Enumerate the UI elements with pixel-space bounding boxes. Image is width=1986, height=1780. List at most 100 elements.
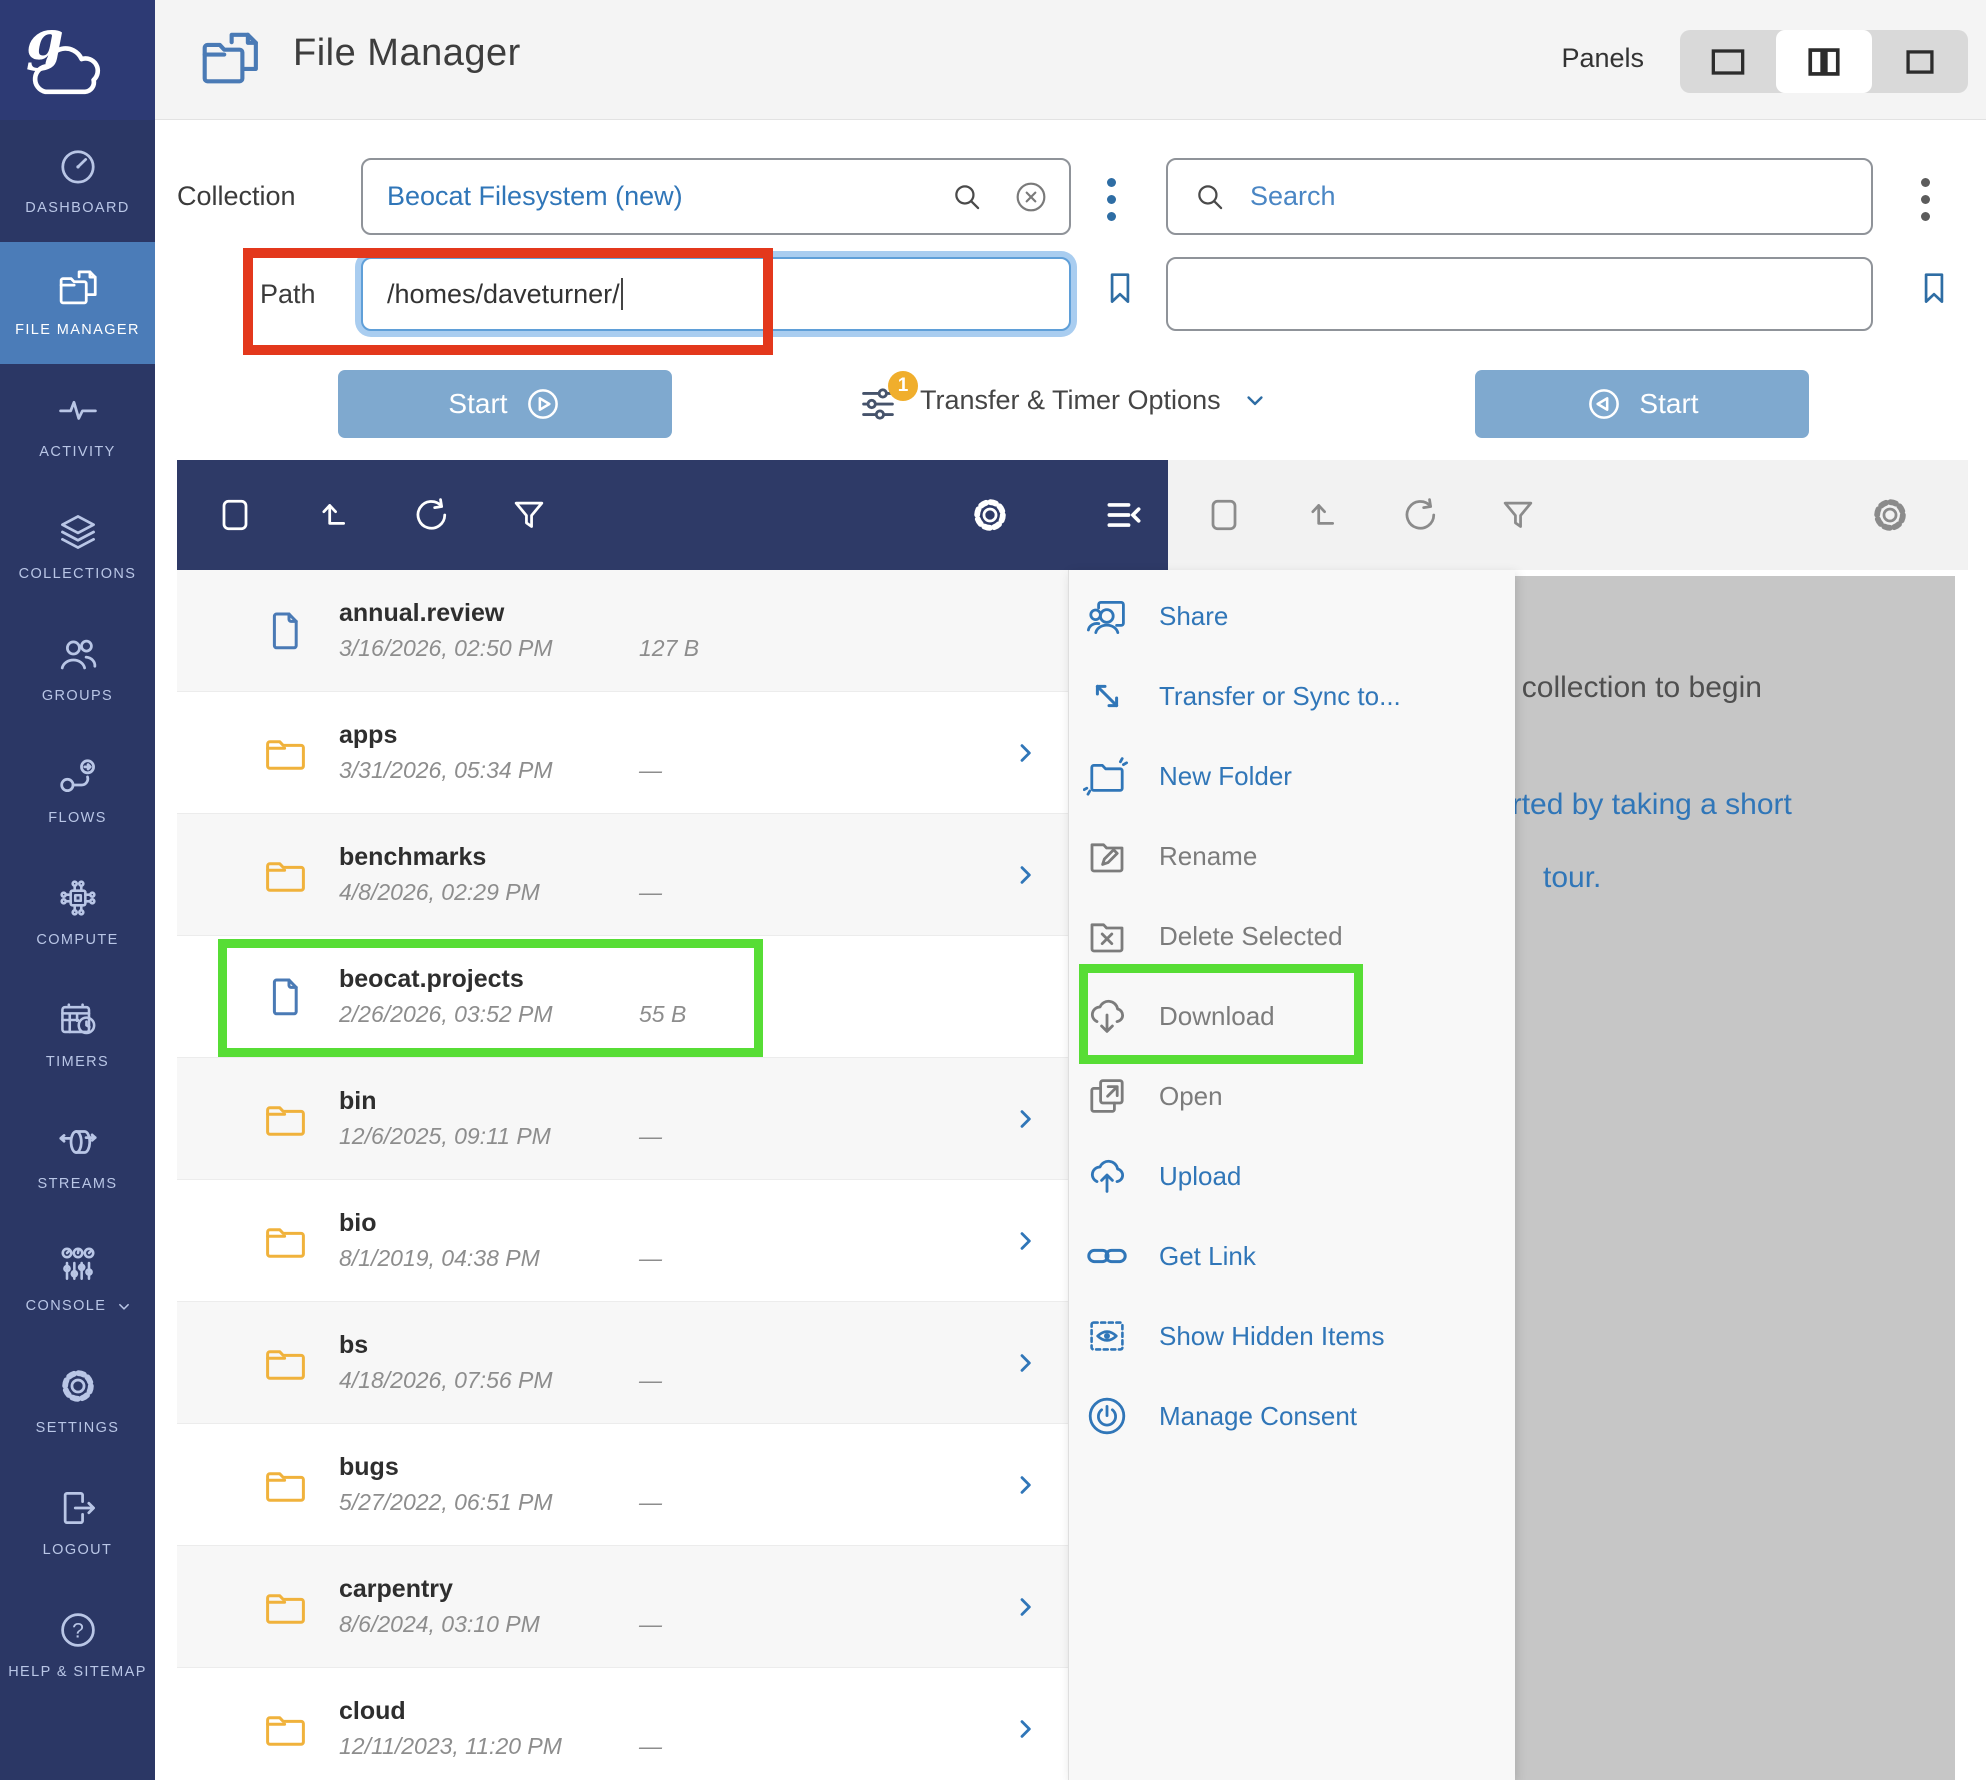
sidebar-item-help-sitemap[interactable]: HELP & SITEMAP — [0, 1584, 155, 1706]
folder-icon — [261, 1583, 309, 1631]
chevron-right-icon[interactable] — [1010, 1713, 1042, 1745]
menu-item-get-link[interactable]: Get Link — [1069, 1216, 1515, 1296]
file-size: — — [639, 1489, 662, 1516]
chevron-right-icon[interactable] — [1010, 1469, 1042, 1501]
path-value: /homes/daveturner/ — [387, 279, 620, 310]
bookmark-icon[interactable] — [1915, 263, 1953, 313]
menu-item-open[interactable]: Open — [1069, 1056, 1515, 1136]
sidebar-item-console[interactable]: CONSOLE — [0, 1218, 155, 1340]
menu-item-delete-selected[interactable]: Delete Selected — [1069, 896, 1515, 976]
list-item-benchmarks[interactable]: benchmarks 4/8/2026, 02:29 PM— — [177, 814, 1068, 936]
options-count-badge: 1 — [888, 371, 918, 401]
sidebar-item-dashboard[interactable]: DASHBOARD — [0, 120, 155, 242]
panels-single-button[interactable] — [1680, 30, 1776, 93]
rename-pencil-icon — [1083, 832, 1131, 880]
chevron-right-icon[interactable] — [1010, 859, 1042, 891]
start-transfer-left-button[interactable]: Start — [338, 370, 672, 438]
menu-item-show-hidden-items[interactable]: Show Hidden Items — [1069, 1296, 1515, 1376]
file-size: — — [639, 1367, 662, 1394]
chevron-right-icon[interactable] — [1010, 1347, 1042, 1379]
chevron-right-icon[interactable] — [1010, 1225, 1042, 1257]
start-transfer-right-button[interactable]: Start — [1475, 370, 1809, 438]
right-search-input[interactable] — [1166, 158, 1873, 235]
file-date: 2/26/2026, 03:52 PM — [339, 1001, 639, 1028]
sidebar-item-collections[interactable]: COLLECTIONS — [0, 486, 155, 608]
refresh-icon[interactable] — [1398, 493, 1442, 537]
list-item-cloud[interactable]: cloud 12/11/2023, 11:20 PM— — [177, 1668, 1068, 1780]
sidebar-item-logout[interactable]: LOGOUT — [0, 1462, 155, 1584]
file-size: 55 B — [639, 1001, 686, 1028]
chevron-down-icon — [115, 1298, 133, 1316]
collapse-menu-icon[interactable] — [1102, 493, 1146, 537]
sidebar-item-label: STREAMS — [34, 1176, 122, 1193]
list-item-bio[interactable]: bio 8/1/2019, 04:38 PM— — [177, 1180, 1068, 1302]
flows-icon — [56, 754, 100, 798]
menu-item-transfer-or-sync[interactable]: Transfer or Sync to... — [1069, 656, 1515, 736]
refresh-icon[interactable] — [409, 493, 453, 537]
path-input[interactable]: /homes/daveturner/ — [361, 257, 1071, 331]
sidebar-item-activity[interactable]: ACTIVITY — [0, 364, 155, 486]
file-date: 3/16/2026, 02:50 PM — [339, 635, 639, 662]
list-item-bs[interactable]: bs 4/18/2026, 07:56 PM— — [177, 1302, 1068, 1424]
sidebar-item-flows[interactable]: FLOWS — [0, 730, 155, 852]
sidebar-item-label: FLOWS — [44, 810, 111, 827]
list-item-bugs[interactable]: bugs 5/27/2022, 06:51 PM— — [177, 1424, 1068, 1546]
sidebar-item-compute[interactable]: COMPUTE — [0, 852, 155, 974]
globus-logo[interactable]: g — [0, 0, 155, 120]
folder-icon — [261, 1217, 309, 1265]
list-item-beocat-projects[interactable]: beocat.projects 2/26/2026, 03:52 PM55 B — [177, 936, 1068, 1058]
menu-item-upload[interactable]: Upload — [1069, 1136, 1515, 1216]
chevron-right-icon[interactable] — [1010, 1103, 1042, 1135]
collection-menu-kebab[interactable] — [1107, 178, 1116, 221]
sidebar-item-settings[interactable]: SETTINGS — [0, 1340, 155, 1462]
clear-collection-icon[interactable] — [1011, 177, 1051, 217]
panels-double-button[interactable] — [1776, 30, 1872, 93]
view-settings-gear-icon[interactable] — [1868, 493, 1912, 537]
up-one-folder-icon[interactable] — [311, 493, 355, 537]
panels-third-button[interactable] — [1872, 30, 1968, 93]
transfer-timer-options[interactable]: 1 Transfer & Timer Options — [855, 373, 1269, 427]
sidebar-item-label: CONSOLE — [22, 1298, 111, 1315]
right-path-input[interactable] — [1166, 257, 1873, 331]
sidebar-item-groups[interactable]: GROUPS — [0, 608, 155, 730]
menu-item-label: Share — [1159, 601, 1228, 632]
file-size: — — [639, 1611, 662, 1638]
right-panel-kebab[interactable] — [1921, 178, 1930, 221]
select-all-checkbox-icon[interactable] — [1202, 493, 1246, 537]
list-item-apps[interactable]: apps 3/31/2026, 05:34 PM— — [177, 692, 1068, 814]
sidebar-item-timers[interactable]: TIMERS — [0, 974, 155, 1096]
tour-link-text[interactable]: tour. — [1543, 861, 1601, 895]
sidebar: g DASHBOARD FILE MANAGER ACTIVITY COLLEC… — [0, 0, 155, 1780]
menu-item-download[interactable]: Download — [1069, 976, 1515, 1056]
menu-item-label: New Folder — [1159, 761, 1292, 792]
menu-item-manage-consent[interactable]: Manage Consent — [1069, 1376, 1515, 1456]
sidebar-item-file-manager[interactable]: FILE MANAGER — [0, 242, 155, 364]
chevron-right-icon[interactable] — [1010, 1591, 1042, 1623]
file-date: 12/11/2023, 11:20 PM — [339, 1733, 639, 1760]
menu-item-rename[interactable]: Rename — [1069, 816, 1515, 896]
list-item-bin[interactable]: bin 12/6/2025, 09:11 PM— — [177, 1058, 1068, 1180]
streams-icon — [56, 1120, 100, 1164]
right-search-field[interactable] — [1250, 181, 1853, 212]
file-date: 5/27/2022, 06:51 PM — [339, 1489, 639, 1516]
cloud-download-icon — [1083, 992, 1131, 1040]
list-item-annual-review[interactable]: annual.review 3/16/2026, 02:50 PM127 B — [177, 570, 1068, 692]
menu-item-label: Open — [1159, 1081, 1223, 1112]
eye-hidden-icon — [1083, 1312, 1131, 1360]
up-one-folder-icon[interactable] — [1300, 493, 1344, 537]
search-icon[interactable] — [949, 179, 985, 215]
view-settings-gear-icon[interactable] — [968, 493, 1012, 537]
activity-pulse-icon — [56, 388, 100, 432]
file-list: annual.review 3/16/2026, 02:50 PM127 B a… — [177, 570, 1068, 1780]
bookmark-icon[interactable] — [1101, 263, 1139, 313]
list-item-carpentry[interactable]: carpentry 8/6/2024, 03:10 PM— — [177, 1546, 1068, 1668]
menu-item-share[interactable]: Share — [1069, 576, 1515, 656]
filter-icon[interactable] — [507, 493, 551, 537]
sidebar-item-label: FILE MANAGER — [11, 322, 144, 339]
sidebar-item-streams[interactable]: STREAMS — [0, 1096, 155, 1218]
filter-icon[interactable] — [1496, 493, 1540, 537]
select-all-checkbox-icon[interactable] — [213, 493, 257, 537]
collection-input[interactable]: Beocat Filesystem (new) — [361, 158, 1071, 235]
chevron-right-icon[interactable] — [1010, 737, 1042, 769]
menu-item-new-folder[interactable]: New Folder — [1069, 736, 1515, 816]
